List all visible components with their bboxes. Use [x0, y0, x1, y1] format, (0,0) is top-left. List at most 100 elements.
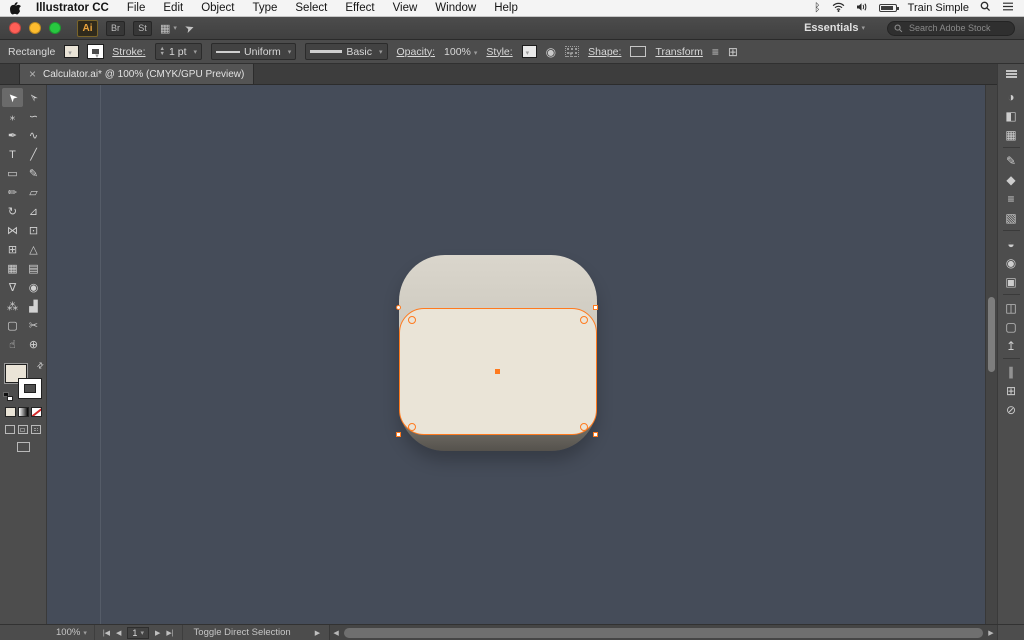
anchor-handle-top-left[interactable]	[396, 305, 401, 310]
draw-normal-button[interactable]	[5, 425, 15, 434]
style-swatch[interactable]	[522, 45, 537, 58]
none-button[interactable]	[31, 407, 42, 417]
menu-item[interactable]: Edit	[163, 2, 183, 14]
zoom-window-button[interactable]	[49, 22, 61, 34]
screen-mode-button[interactable]	[17, 442, 30, 452]
next-artboard-button[interactable]: ▶	[155, 629, 160, 637]
align-to-selection-icon[interactable]	[565, 46, 579, 57]
vertical-scrollbar[interactable]	[985, 85, 997, 624]
panel-links-icon[interactable]: ⊘	[1001, 400, 1022, 419]
stroke-color-swatch[interactable]	[88, 45, 103, 58]
panel-asset-export-icon[interactable]: ↥	[1001, 336, 1022, 355]
workspace-switcher[interactable]: Essentials	[804, 22, 865, 34]
zoom-level-dropdown[interactable]: 100%	[49, 625, 95, 640]
style-panel-link[interactable]: Style:	[486, 46, 512, 58]
brush-dropdown[interactable]: Basic	[305, 43, 387, 60]
mesh-tool[interactable]: ▦	[2, 259, 23, 278]
horizontal-scrollbar-thumb[interactable]	[344, 628, 983, 638]
panel-layers-icon[interactable]: ◫	[1001, 298, 1022, 317]
live-corner-widget-top-right[interactable]	[580, 316, 588, 324]
scroll-right-arrow[interactable]: ▶	[985, 629, 997, 637]
anchor-handle-bottom-right[interactable]	[593, 432, 598, 437]
center-point-handle[interactable]	[495, 369, 500, 374]
menu-item[interactable]: View	[393, 2, 418, 14]
close-document-icon[interactable]: ×	[29, 68, 36, 80]
curvature-tool[interactable]: ∿	[23, 126, 44, 145]
menu-item[interactable]: Object	[201, 2, 234, 14]
swap-fill-stroke-icon[interactable]: ⇄	[35, 360, 46, 371]
blend-tool[interactable]: ◉	[23, 278, 44, 297]
draw-behind-button[interactable]	[18, 425, 28, 434]
anchor-handle-bottom-left[interactable]	[396, 432, 401, 437]
panel-swatches-icon[interactable]: ▦	[1001, 125, 1022, 144]
paintbrush-tool[interactable]: ✎	[23, 164, 44, 183]
panel-pathfinder-icon[interactable]: ⊞	[1001, 381, 1022, 400]
selection-tool[interactable]: ➤	[2, 88, 23, 107]
opacity-value[interactable]: 100%	[444, 46, 477, 58]
adobe-stock-button[interactable]: St	[133, 21, 152, 36]
panel-brushes-icon[interactable]: ✎	[1001, 151, 1022, 170]
column-graph-tool[interactable]: ▟	[23, 297, 44, 316]
shape-builder-tool[interactable]: ⊞	[2, 240, 23, 259]
minimize-window-button[interactable]	[29, 22, 41, 34]
vertical-scrollbar-thumb[interactable]	[988, 297, 995, 372]
artboard-number-dropdown[interactable]: 1	[127, 627, 149, 639]
stroke-weight-dropdown[interactable]: ▲▼ 1 pt	[155, 43, 202, 60]
fill-color-swatch[interactable]	[64, 45, 79, 58]
width-tool[interactable]: ⋈	[2, 221, 23, 240]
menu-item[interactable]: Window	[435, 2, 476, 14]
direct-selection-tool[interactable]: ➢	[23, 88, 44, 107]
search-input[interactable]	[887, 21, 1015, 36]
notification-center-icon[interactable]	[1002, 2, 1014, 14]
shape-widget-icon[interactable]	[630, 46, 646, 57]
expand-panels-icon[interactable]	[1006, 70, 1017, 78]
panel-stroke-icon[interactable]: ≡	[1001, 189, 1022, 208]
panel-graphic-styles-icon[interactable]: ▣	[1001, 272, 1022, 291]
menu-item[interactable]: Effect	[345, 2, 374, 14]
gradient-tool[interactable]: ▤	[23, 259, 44, 278]
zoom-tool[interactable]: ⊕	[23, 335, 44, 354]
wifi-icon[interactable]	[832, 2, 845, 15]
bluetooth-icon[interactable]: ᛒ	[814, 2, 821, 14]
apple-menu-icon[interactable]	[10, 2, 21, 15]
stroke-panel-link[interactable]: Stroke:	[112, 46, 145, 58]
type-tool[interactable]: T	[2, 145, 23, 164]
menu-item[interactable]: Select	[295, 2, 327, 14]
magic-wand-tool[interactable]: ⁎	[2, 107, 23, 126]
stroke-color-well[interactable]	[19, 379, 41, 398]
previous-artboard-button[interactable]: ◀	[116, 629, 121, 637]
opacity-panel-link[interactable]: Opacity:	[397, 46, 436, 58]
live-corner-widget-top-left[interactable]	[408, 316, 416, 324]
slice-tool[interactable]: ✂	[23, 316, 44, 335]
color-button[interactable]	[5, 407, 16, 417]
eyedropper-tool[interactable]: ∇	[2, 278, 23, 297]
spotlight-search-icon[interactable]	[980, 1, 991, 15]
share-icon[interactable]: ➤	[185, 22, 194, 35]
menu-item[interactable]: Type	[252, 2, 277, 14]
artboard-tool[interactable]: ▢	[2, 316, 23, 335]
live-corner-widget-bottom-left[interactable]	[408, 423, 416, 431]
first-artboard-button[interactable]: |◀	[103, 629, 110, 637]
user-account-label[interactable]: Train Simple	[908, 2, 969, 14]
panel-color-guide-icon[interactable]: ◧	[1001, 106, 1022, 125]
width-profile-dropdown[interactable]: Uniform	[211, 43, 296, 60]
status-bar-menu-arrow[interactable]: ▶	[315, 629, 320, 637]
panel-artboards-icon[interactable]: ▢	[1001, 317, 1022, 336]
perspective-grid-tool[interactable]: △	[23, 240, 44, 259]
arrange-objects-icon[interactable]: ⊞	[728, 45, 738, 59]
hand-tool[interactable]: ☝	[2, 335, 23, 354]
panel-gradient-icon[interactable]: ▧	[1001, 208, 1022, 227]
canvas[interactable]	[47, 85, 985, 624]
shape-properties-label[interactable]: Shape:	[588, 46, 621, 58]
menu-item[interactable]: Help	[494, 2, 518, 14]
shaper-tool[interactable]: ✏	[2, 183, 23, 202]
scale-tool[interactable]: ⊿	[23, 202, 44, 221]
document-tab[interactable]: × Calculator.ai* @ 100% (CMYK/GPU Previe…	[19, 64, 254, 84]
scroll-left-arrow[interactable]: ◀	[330, 629, 342, 637]
horizontal-scrollbar[interactable]: ◀ ▶	[329, 625, 997, 640]
rotate-tool[interactable]: ↻	[2, 202, 23, 221]
default-fill-stroke-icon[interactable]	[3, 392, 13, 401]
lasso-tool[interactable]: ∽	[23, 107, 44, 126]
arrange-documents-icon[interactable]: ▦	[160, 22, 177, 35]
last-artboard-button[interactable]: ▶|	[166, 629, 173, 637]
